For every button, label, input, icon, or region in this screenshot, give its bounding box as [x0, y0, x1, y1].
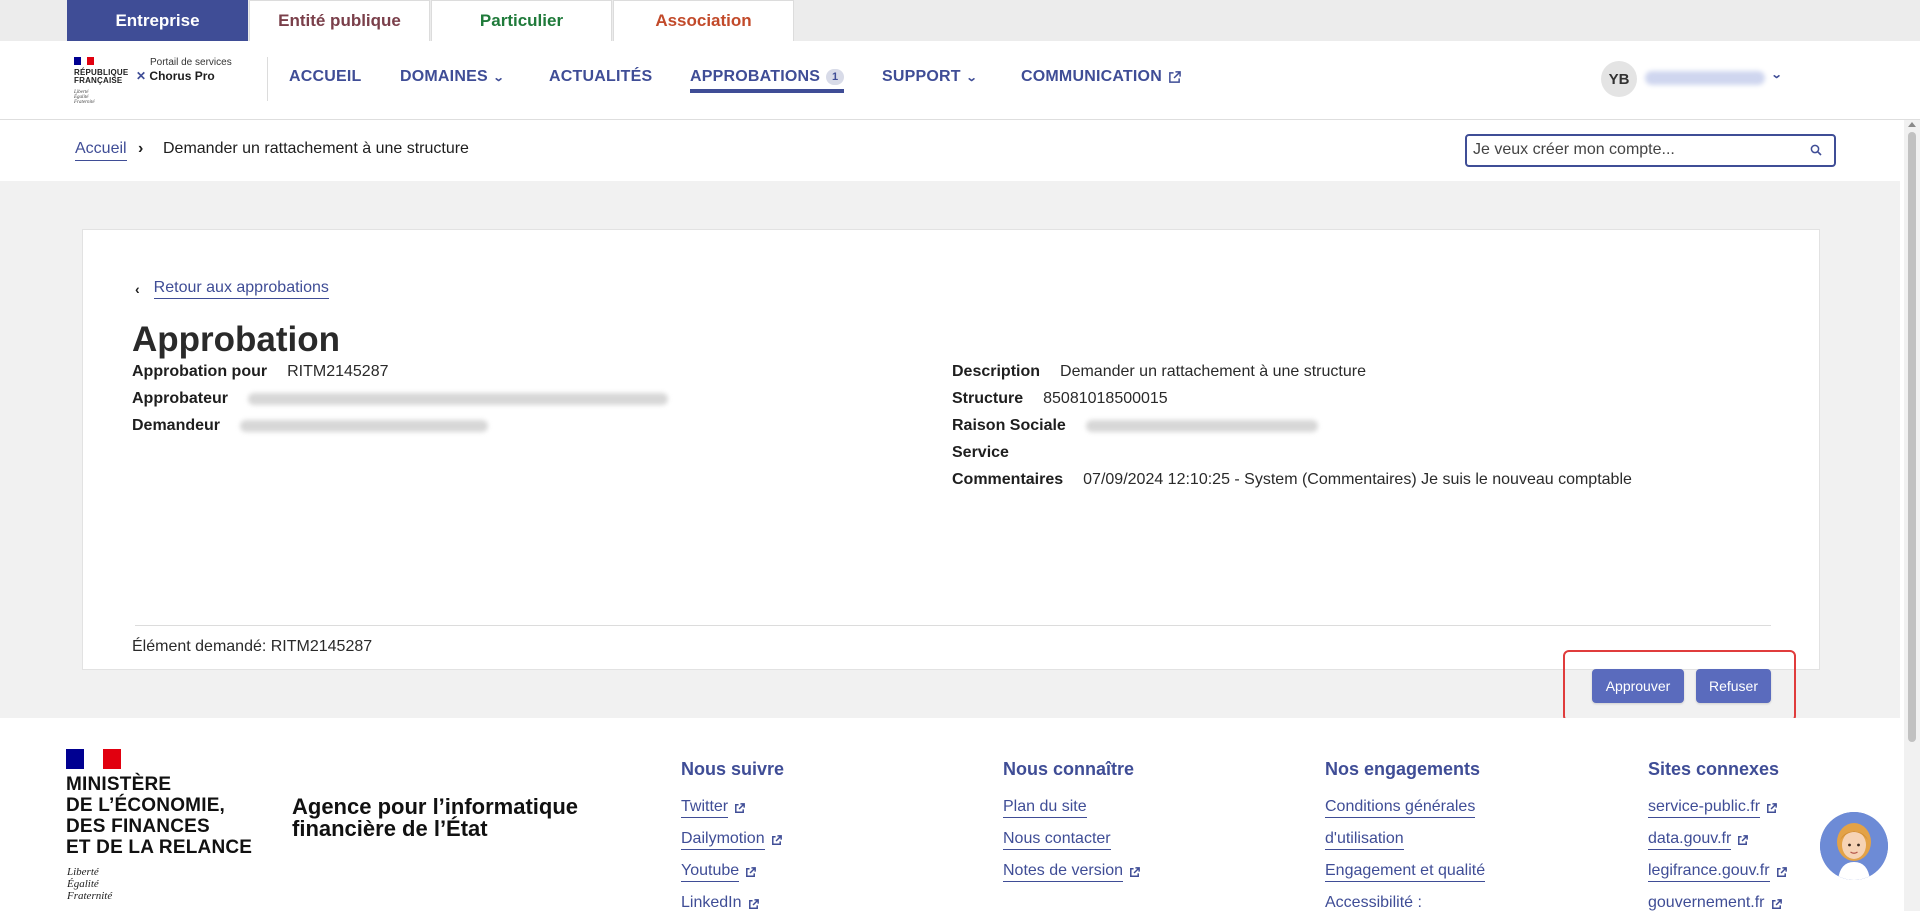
tab-entite-publique[interactable]: Entité publique — [249, 0, 430, 41]
chorus-mark-icon: ✕ — [136, 69, 147, 83]
scroll-up-arrow-icon[interactable] — [1908, 122, 1916, 127]
nav-actualites[interactable]: ACTUALITÉS — [549, 68, 652, 86]
site-footer: MINISTÈRE DE L’ÉCONOMIE, DES FINANCES ET… — [0, 718, 1900, 911]
republic-motto: Liberté Égalité Fraternité — [74, 90, 95, 105]
french-flag-icon — [74, 57, 95, 65]
approvals-count-badge: 1 — [826, 69, 845, 85]
republique-francaise-label: RÉPUBLIQUE FRANÇAISE — [74, 68, 129, 85]
external-link-icon — [1776, 866, 1787, 877]
external-link-icon — [735, 802, 746, 813]
external-link-icon — [746, 866, 757, 877]
chevron-down-icon: ⌄ — [1770, 69, 1783, 81]
field-description: Description Demander un rattachement à u… — [952, 363, 1366, 380]
field-requester: Demandeur — [132, 417, 489, 435]
tab-association[interactable]: Association — [613, 0, 794, 41]
search-icon[interactable] — [1810, 144, 1822, 156]
external-link-icon — [1738, 834, 1749, 845]
field-comments: Commentaires 07/09/2024 12:10:25 - Syste… — [952, 471, 1632, 488]
breadcrumb-home-link[interactable]: Accueil — [75, 140, 127, 161]
breadcrumb: Accueil › Demander un rattachement à une… — [0, 121, 1900, 181]
footer-col-nos-engagements: Nos engagements Conditions générales d'u… — [1325, 759, 1486, 911]
footer-link-plan-du-site[interactable]: Plan du site — [1003, 792, 1141, 824]
external-link-icon — [1771, 898, 1782, 909]
reject-button[interactable]: Refuser — [1696, 669, 1771, 703]
card-divider — [135, 625, 1771, 626]
footer-col-title: Nous connaître — [1003, 759, 1135, 779]
chat-assistant-button[interactable] — [1820, 812, 1888, 880]
footer-link-data-gouv[interactable]: data.gouv.fr — [1648, 824, 1788, 856]
ministry-motto: Liberté Égalité Fraternité — [67, 866, 113, 902]
back-to-approvals-link[interactable]: ‹ Retour aux approbations — [135, 279, 329, 299]
site-header: RÉPUBLIQUE FRANÇAISE Liberté Égalité Fra… — [0, 41, 1920, 120]
search-box — [1465, 134, 1836, 167]
footer-link-conditions-generales[interactable]: Conditions générales — [1325, 792, 1485, 824]
external-link-icon — [1169, 70, 1181, 83]
footer-link-engagement-qualite[interactable]: Engagement et qualité — [1325, 856, 1486, 888]
scrollbar-thumb[interactable] — [1908, 132, 1916, 742]
footer-link-legifrance[interactable]: legifrance.gouv.fr — [1648, 856, 1788, 888]
field-approval-for: Approbation pour RITM2145287 — [132, 363, 389, 380]
agency-name: Agence pour l’informatique financière de… — [292, 794, 579, 841]
chevron-down-icon: ⌄ — [965, 71, 978, 84]
field-structure: Structure 85081018500015 — [952, 390, 1168, 407]
external-link-icon — [771, 834, 782, 845]
header-divider — [267, 57, 268, 101]
external-link-icon — [1767, 802, 1777, 813]
product-name: ✕ Chorus Pro — [136, 69, 215, 83]
nav-domaines[interactable]: DOMAINES ⌄ — [400, 68, 505, 86]
footer-link-youtube[interactable]: Youtube — [681, 856, 784, 888]
footer-link-linkedin[interactable]: LinkedIn — [681, 888, 784, 911]
audience-tabs: Entreprise Entité publique Particulier A… — [0, 0, 1920, 41]
assistant-avatar-icon — [1820, 812, 1888, 880]
tab-particulier[interactable]: Particulier — [431, 0, 612, 41]
chevron-down-icon: ⌄ — [492, 71, 505, 84]
nav-communication[interactable]: COMMUNICATION — [1021, 68, 1181, 86]
page-scrollbar[interactable] — [1904, 120, 1920, 911]
french-flag-icon — [66, 749, 121, 769]
nav-support[interactable]: SUPPORT ⌄ — [882, 68, 978, 86]
footer-link-gouvernement[interactable]: gouvernement.fr — [1648, 888, 1788, 911]
nav-accueil[interactable]: ACCUEIL — [289, 68, 362, 86]
page-title: Approbation — [132, 320, 341, 359]
requested-item: Élément demandé: RITM2145287 — [132, 638, 373, 655]
company-name-redacted — [1085, 420, 1318, 432]
external-link-icon — [1130, 866, 1140, 877]
footer-col-title: Sites connexes — [1648, 759, 1780, 779]
main-content: ‹ Retour aux approbations Approbation Ap… — [0, 181, 1900, 722]
footer-link-conditions-utilisation[interactable]: d'utilisation — [1325, 824, 1485, 856]
footer-link-twitter[interactable]: Twitter — [681, 792, 784, 824]
user-menu-chevron[interactable]: ⌄ — [1770, 68, 1783, 81]
chevron-left-icon: ‹ — [135, 281, 140, 297]
footer-link-accessibilite[interactable]: Accessibilité : — [1325, 888, 1485, 911]
footer-link-service-public[interactable]: service-public.fr — [1648, 792, 1788, 824]
field-service: Service — [952, 444, 1009, 461]
approver-redacted — [248, 393, 668, 405]
footer-link-notes-de-version[interactable]: Notes de version — [1003, 856, 1141, 888]
footer-col-sites-connexes: Sites connexes service-public.fr data.go… — [1648, 759, 1788, 911]
approval-card: ‹ Retour aux approbations Approbation Ap… — [82, 229, 1820, 722]
user-name-redacted[interactable] — [1645, 71, 1765, 85]
field-approver: Approbateur — [132, 390, 668, 408]
ministry-name: MINISTÈRE DE L’ÉCONOMIE, DES FINANCES ET… — [66, 774, 253, 858]
search-input[interactable] — [1473, 141, 1793, 159]
breadcrumb-separator: › — [138, 140, 144, 157]
footer-col-nous-suivre: Nous suivre Twitter Dailymotion Youtube … — [681, 759, 784, 911]
actions-highlight: Approuver Refuser — [1563, 650, 1796, 722]
footer-col-nous-connaitre: Nous connaître Plan du site Nous contact… — [1003, 759, 1141, 888]
footer-link-dailymotion[interactable]: Dailymotion — [681, 824, 784, 856]
nav-approbations[interactable]: APPROBATIONS 1 — [690, 68, 845, 93]
portal-label: Portail de services — [150, 57, 232, 68]
tab-entreprise[interactable]: Entreprise — [67, 0, 248, 41]
breadcrumb-current: Demander un rattachement à une structure — [163, 140, 469, 157]
chorus-pro-logo[interactable]: RÉPUBLIQUE FRANÇAISE Liberté Égalité Fra… — [70, 53, 235, 108]
external-link-icon — [748, 898, 759, 909]
requester-redacted — [240, 420, 489, 432]
footer-link-nous-contacter[interactable]: Nous contacter — [1003, 824, 1141, 856]
approve-button[interactable]: Approuver — [1592, 669, 1684, 703]
footer-col-title: Nous suivre — [681, 759, 785, 779]
field-raison-sociale: Raison Sociale — [952, 417, 1318, 435]
avatar[interactable]: YB — [1601, 61, 1637, 97]
footer-col-title: Nos engagements — [1325, 759, 1481, 779]
